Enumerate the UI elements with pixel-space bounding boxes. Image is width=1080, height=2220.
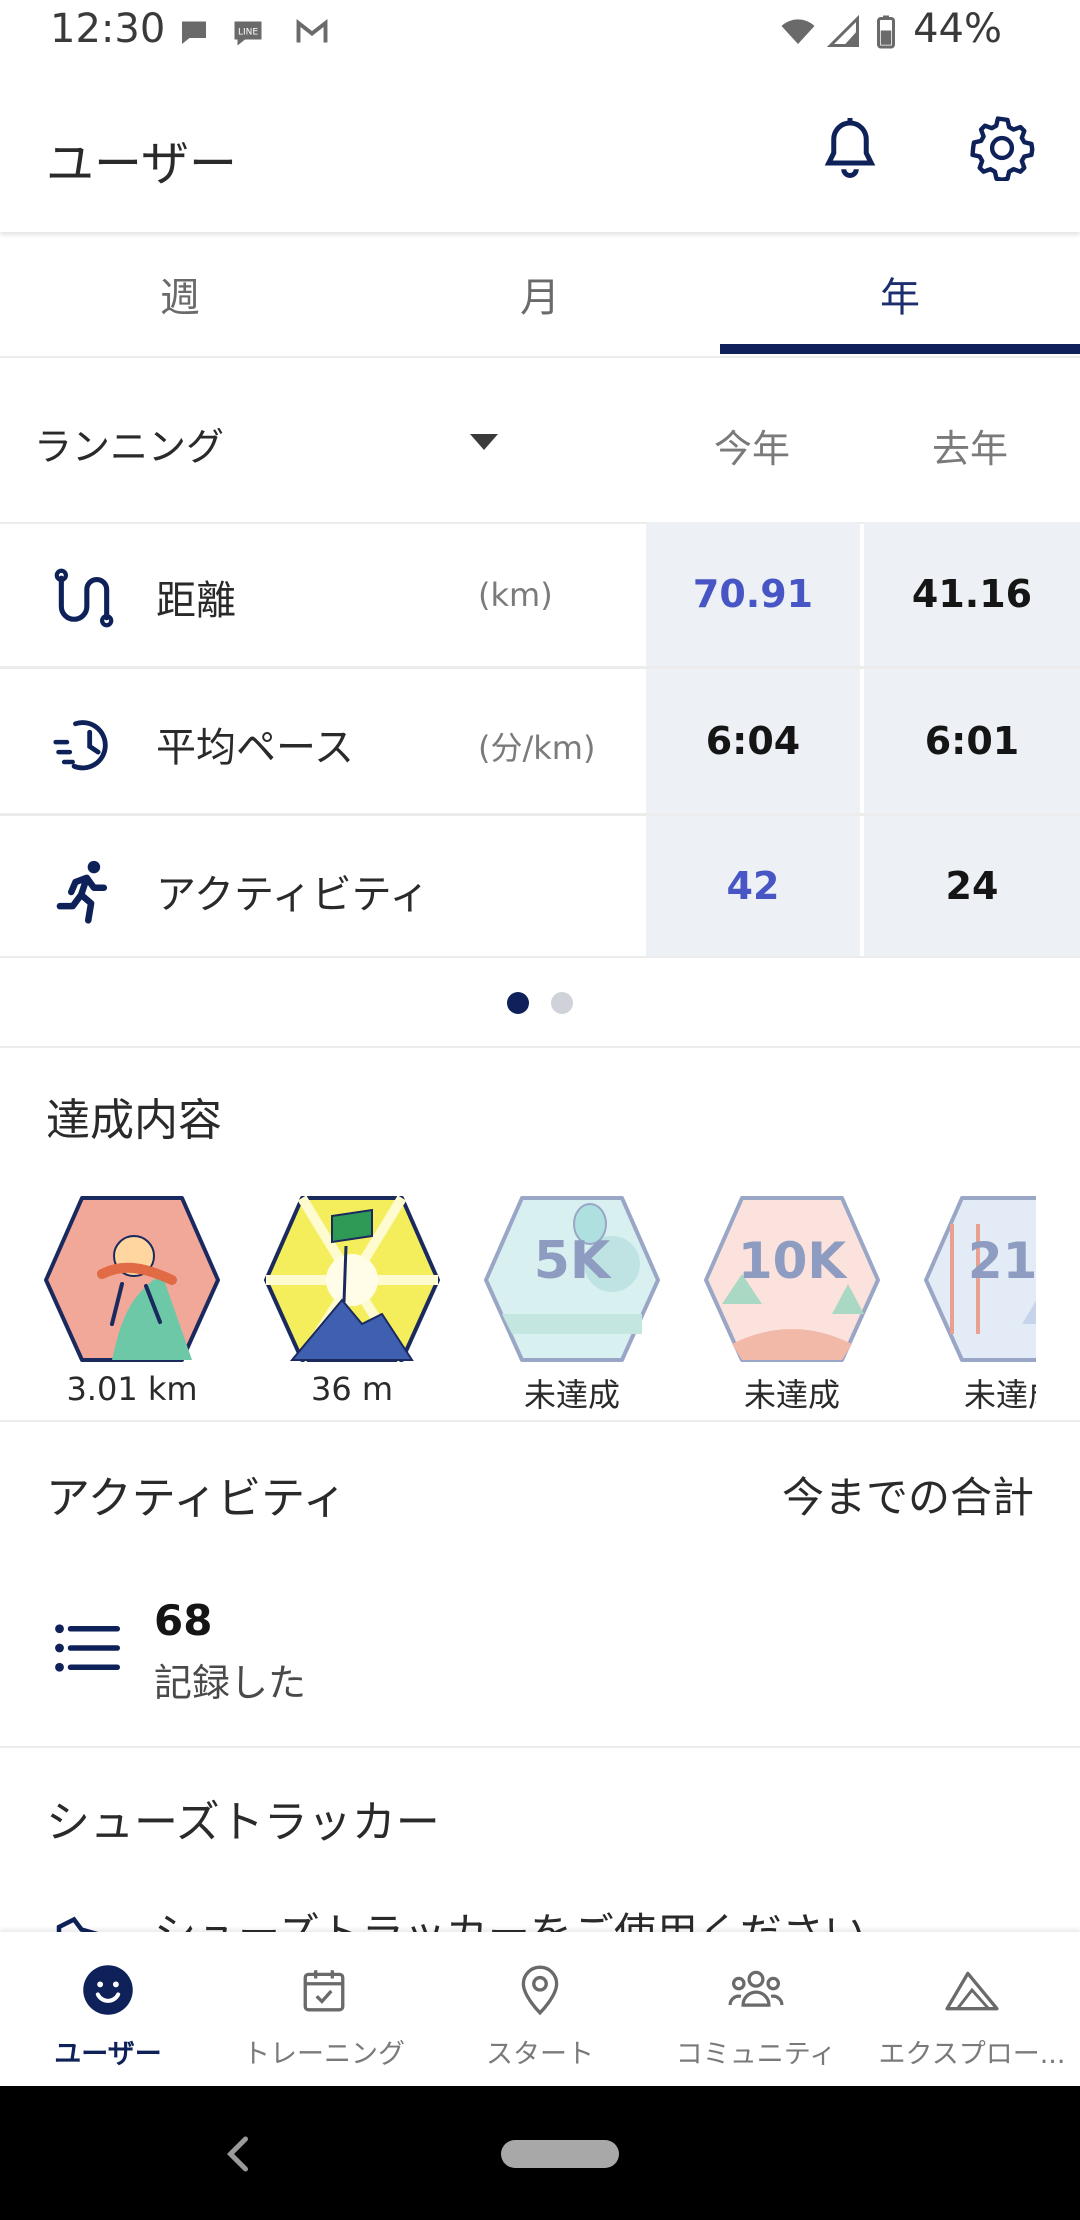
mountain-icon [945, 1971, 999, 2011]
svg-text:21K: 21K [968, 1232, 1036, 1290]
status-bar: 12:30 LINE 44% [0, 0, 1080, 64]
system-nav-bar [0, 2086, 1080, 2220]
pager-dot[interactable] [551, 992, 573, 1014]
stat-value-last-year: 6:01 [864, 669, 1080, 813]
page-title: ユーザー [46, 136, 238, 192]
gear-icon [970, 116, 1035, 181]
achievements-title: 達成内容 [46, 1095, 222, 1146]
nav-explore[interactable]: エクスプロー... [864, 1932, 1080, 2086]
svg-text:LINE: LINE [238, 27, 258, 37]
list-icon [55, 1624, 120, 1672]
home-handle[interactable] [501, 2140, 619, 2168]
activity-count-label: 記録した [154, 1661, 307, 1705]
bottom-navigation: ユーザー トレーニング スタート コミュニティ エクスプロー... [0, 1932, 1080, 2086]
pace-clock-icon [53, 720, 108, 771]
stat-value-last-year: 41.16 [864, 522, 1080, 666]
stat-unit: (km) [478, 576, 553, 614]
badge-label: 未達成 [743, 1376, 840, 1414]
nav-user[interactable]: ユーザー [0, 1932, 216, 2086]
stat-value-this-year: 42 [646, 816, 860, 956]
stat-value-this-year: 70.91 [646, 522, 860, 666]
column-this-year: 今年 [713, 427, 790, 471]
route-icon [54, 568, 114, 628]
battery-icon [877, 15, 895, 49]
nav-training[interactable]: トレーニング [216, 1932, 432, 2086]
divider [0, 1046, 1080, 1048]
nav-start[interactable]: スタート [432, 1932, 648, 2086]
wifi-icon [781, 19, 815, 44]
nav-label: トレーニング [243, 2039, 405, 2070]
climber-badge-icon[interactable] [262, 1194, 442, 1364]
activity-period-dropdown[interactable]: 今までの合計 [782, 1464, 1034, 1525]
nav-label: スタート [486, 2039, 594, 2070]
nav-community[interactable]: コミュニティ [648, 1932, 864, 2086]
tab-week[interactable]: 週 [0, 232, 360, 356]
svg-text:5K: 5K [534, 1231, 612, 1291]
badge-label: 未達成 [523, 1376, 620, 1414]
sport-dropdown[interactable]: ランニング [34, 416, 224, 471]
divider [0, 1420, 1080, 1422]
10k-badge-icon[interactable]: 10K [702, 1194, 882, 1364]
svg-text:10K: 10K [738, 1232, 849, 1290]
badge-label: 36 m [310, 1370, 394, 1408]
pager-dot-active[interactable] [507, 992, 529, 1014]
settings-button[interactable] [962, 108, 1042, 188]
back-icon[interactable] [222, 2134, 254, 2174]
line-app-icon: LINE [234, 21, 262, 46]
gmail-icon [296, 19, 328, 43]
shoe-tracker-title: シューズトラッカー [46, 1797, 440, 1848]
badge-label: 3.01 km [66, 1370, 198, 1408]
runner-icon [56, 860, 108, 924]
message-bubble-icon [182, 21, 206, 44]
tab-indicator [720, 344, 1080, 354]
column-last-year: 去年 [931, 427, 1008, 471]
community-icon [728, 1970, 784, 2007]
calendar-check-icon [303, 1970, 345, 2012]
stat-label: 距離 [156, 578, 236, 624]
21k-badge-icon[interactable]: 21K [922, 1194, 1036, 1364]
activity-count: 68 [154, 1596, 213, 1645]
tab-year[interactable]: 年 [720, 232, 1080, 356]
stat-row-pace: 平均ペース (分/km) 6:04 6:01 [0, 669, 1080, 816]
period-tabs: 週 月 年 [0, 232, 1080, 358]
stat-row-distance: 距離 (km) 70.91 41.16 [0, 522, 1080, 669]
nav-label: エクスプロー... [878, 2039, 1066, 2070]
nav-label: コミュニティ [675, 2039, 837, 2070]
stat-unit: (分/km) [478, 729, 596, 767]
sport-filter-row: ランニング 今年 去年 [0, 356, 1080, 524]
divider [0, 1746, 1080, 1748]
stat-value-this-year: 6:04 [646, 669, 860, 813]
user-smile-icon [83, 1965, 133, 2015]
bell-icon [824, 118, 876, 178]
cell-signal-icon [826, 14, 859, 47]
divider [0, 956, 1080, 958]
achievement-badges: 5K 10K 21K 3.01 km 36 m 未達成 未達成 未達成 [0, 1180, 1036, 1420]
notifications-button[interactable] [810, 108, 890, 188]
battery-percent: 44% [913, 6, 1002, 52]
nav-label: ユーザー [54, 2039, 162, 2070]
stat-label: アクティビティ [156, 872, 430, 918]
stat-label: 平均ペース [156, 725, 354, 771]
chevron-down-icon[interactable] [470, 434, 498, 450]
stat-value-last-year: 24 [864, 816, 1080, 956]
5k-badge-icon[interactable]: 5K [482, 1194, 662, 1364]
activity-title: アクティビティ [46, 1473, 347, 1524]
status-time: 12:30 [50, 6, 166, 52]
location-pin-icon [521, 1965, 559, 2016]
badge-label: 未達成 [963, 1376, 1036, 1414]
runner-badge-icon[interactable] [42, 1194, 222, 1364]
tab-month[interactable]: 月 [360, 232, 720, 356]
app-bar: ユーザー [0, 64, 1080, 232]
stat-row-activities: アクティビティ 42 24 [0, 816, 1080, 956]
